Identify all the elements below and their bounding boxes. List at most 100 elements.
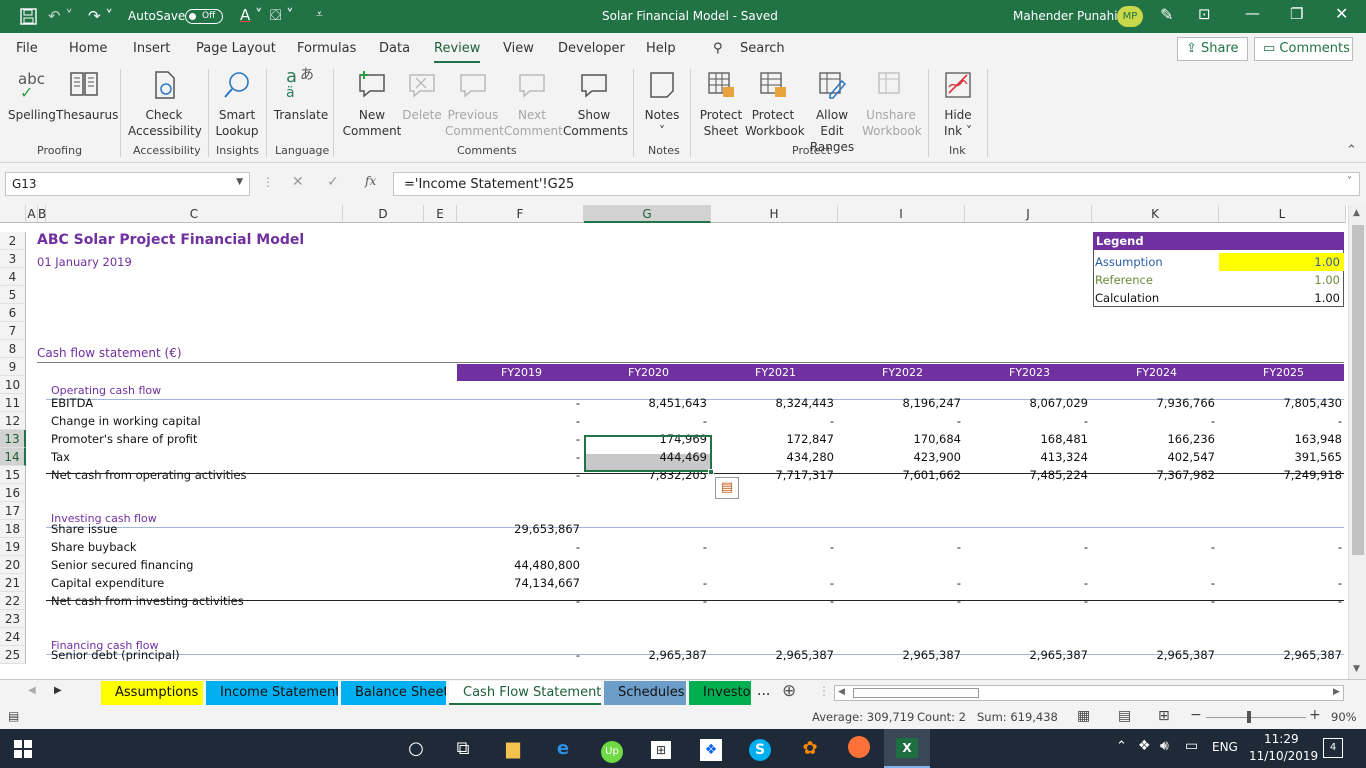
value-cell[interactable] xyxy=(838,556,965,574)
hide-ink-button[interactable]: Hide Ink ˅ xyxy=(938,69,978,139)
delete-comment-button[interactable]: Delete xyxy=(402,69,442,123)
row-header[interactable]: 23 xyxy=(0,610,26,628)
line-label[interactable]: Net cash from investing activities xyxy=(51,592,244,610)
app-icon[interactable]: ✿ xyxy=(797,736,823,762)
page-break-view-icon[interactable]: ⊞ xyxy=(1158,708,1170,724)
value-cell[interactable]: 402,547 xyxy=(1092,448,1219,466)
tab-formulas[interactable]: Formulas xyxy=(297,41,356,56)
sheet-tab[interactable]: Investor xyxy=(689,681,751,705)
value-cell[interactable]: 7,249,918 xyxy=(1219,466,1346,484)
value-cell[interactable]: - xyxy=(457,466,584,484)
value-cell[interactable]: - xyxy=(457,394,584,412)
normal-view-icon[interactable]: ▦ xyxy=(1077,708,1090,724)
value-cell[interactable] xyxy=(1219,520,1346,538)
value-cell[interactable]: 8,067,029 xyxy=(965,394,1092,412)
col-header-l[interactable]: L xyxy=(1219,205,1346,223)
avatar[interactable]: MP xyxy=(1117,6,1143,27)
line-label[interactable]: Tax xyxy=(51,448,70,466)
language-indicator[interactable]: ENG xyxy=(1212,740,1238,754)
value-cell[interactable]: 8,451,643 xyxy=(584,394,711,412)
value-cell[interactable]: - xyxy=(965,574,1092,592)
vertical-scrollbar[interactable]: ▲ ▼ xyxy=(1348,205,1366,679)
row-header[interactable]: 25 xyxy=(0,646,26,664)
tab-view[interactable]: View xyxy=(503,41,534,56)
autosave-toggle[interactable]: Off xyxy=(185,9,223,24)
line-label[interactable]: Senior secured financing xyxy=(51,556,193,574)
row-header[interactable]: 20 xyxy=(0,556,26,574)
previous-comment-button[interactable]: Previous Comment xyxy=(445,69,504,139)
line-label[interactable]: Change in working capital xyxy=(51,412,201,430)
value-cell[interactable]: 2,965,387 xyxy=(1092,646,1219,664)
value-cell[interactable]: - xyxy=(584,412,711,430)
scroll-up-icon[interactable]: ▲ xyxy=(1353,208,1360,218)
zoom-slider[interactable] xyxy=(1206,717,1306,718)
value-cell[interactable] xyxy=(1092,556,1219,574)
value-cell[interactable]: 163,948 xyxy=(1219,430,1346,448)
zoom-level[interactable]: 90% xyxy=(1331,710,1357,724)
row-header[interactable]: 8 xyxy=(0,340,26,358)
value-cell[interactable]: - xyxy=(457,430,584,448)
selection-range[interactable] xyxy=(584,435,712,472)
undo-icon[interactable]: ↶ ˅ xyxy=(48,7,73,25)
volume-icon[interactable]: 🔊︎ xyxy=(1160,738,1169,754)
value-cell[interactable]: - xyxy=(838,574,965,592)
restore-icon[interactable]: ❐ xyxy=(1290,5,1303,23)
enter-icon[interactable]: ✓ xyxy=(327,174,339,190)
windows-start-icon[interactable] xyxy=(14,740,32,758)
zoom-out-icon[interactable]: − xyxy=(1190,707,1202,723)
value-cell[interactable]: 2,965,387 xyxy=(965,646,1092,664)
tab-file[interactable]: File xyxy=(16,41,38,56)
row-header[interactable]: 14 xyxy=(0,448,26,466)
value-cell[interactable] xyxy=(584,520,711,538)
col-header-d[interactable]: D xyxy=(343,205,424,223)
sheet-tab[interactable]: Balance Sheet xyxy=(341,681,446,705)
value-cell[interactable]: - xyxy=(965,592,1092,610)
next-comment-button[interactable]: Next Comment xyxy=(504,69,563,139)
show-hidden-icons-icon[interactable]: ⌃ xyxy=(1116,739,1127,754)
spelling-button[interactable]: abc ✓ Spelling xyxy=(8,69,56,123)
upwork-icon[interactable]: Up xyxy=(599,736,625,763)
value-cell[interactable]: - xyxy=(457,646,584,664)
row-header[interactable]: 19 xyxy=(0,538,26,556)
more-sheets-icon[interactable]: ... xyxy=(757,683,770,699)
line-label[interactable]: Senior debt (principal) xyxy=(51,646,180,664)
row-header[interactable]: 24 xyxy=(0,628,26,646)
share-button[interactable]: ⇪ Share xyxy=(1177,37,1248,61)
value-cell[interactable]: - xyxy=(1092,592,1219,610)
expand-formula-icon[interactable]: ˅ xyxy=(1347,176,1352,187)
value-cell[interactable]: - xyxy=(711,574,838,592)
row-header[interactable]: 2 xyxy=(0,232,26,250)
select-all-corner[interactable] xyxy=(0,205,26,223)
splitter-icon[interactable]: ⋮ xyxy=(818,684,830,698)
sheet-tab[interactable]: Income Statement xyxy=(206,681,338,705)
col-header-j[interactable]: J xyxy=(965,205,1092,223)
value-cell[interactable]: 170,684 xyxy=(838,430,965,448)
value-cell[interactable]: 166,236 xyxy=(1092,430,1219,448)
value-cell[interactable]: - xyxy=(457,592,584,610)
allow-edit-ranges-button[interactable]: Allow Edit Ranges xyxy=(804,69,860,155)
line-label[interactable]: EBITDA xyxy=(51,394,93,412)
value-cell[interactable]: 44,480,800 xyxy=(457,556,584,574)
comments-button[interactable]: ▭ Comments xyxy=(1254,37,1353,61)
value-cell[interactable] xyxy=(965,520,1092,538)
tab-developer[interactable]: Developer xyxy=(558,41,625,56)
add-sheet-icon[interactable]: ⊕ xyxy=(782,681,796,701)
value-cell[interactable]: - xyxy=(965,412,1092,430)
value-cell[interactable] xyxy=(584,556,711,574)
value-cell[interactable]: 2,965,387 xyxy=(711,646,838,664)
translate-button[interactable]: aあä Translate xyxy=(272,67,330,123)
value-cell[interactable]: - xyxy=(584,538,711,556)
user-name[interactable]: Mahender Punahi xyxy=(1013,9,1118,23)
row-header[interactable]: 10 xyxy=(0,376,26,394)
tab-home[interactable]: Home xyxy=(69,41,107,56)
dropbox-icon[interactable]: ❖ xyxy=(698,736,724,762)
sheet-tab[interactable]: Assumptions xyxy=(101,681,203,705)
col-header-i[interactable]: I xyxy=(838,205,965,223)
horizontal-scroll-thumb[interactable] xyxy=(853,688,979,698)
row-header[interactable]: 5 xyxy=(0,286,26,304)
excel-taskbar-button[interactable]: X xyxy=(884,729,930,768)
search-icon[interactable]: ⚲ xyxy=(713,41,723,56)
redo-icon[interactable]: ↷ ˅ xyxy=(88,7,113,25)
value-cell[interactable] xyxy=(1219,556,1346,574)
tab-review[interactable]: Review xyxy=(434,41,481,63)
